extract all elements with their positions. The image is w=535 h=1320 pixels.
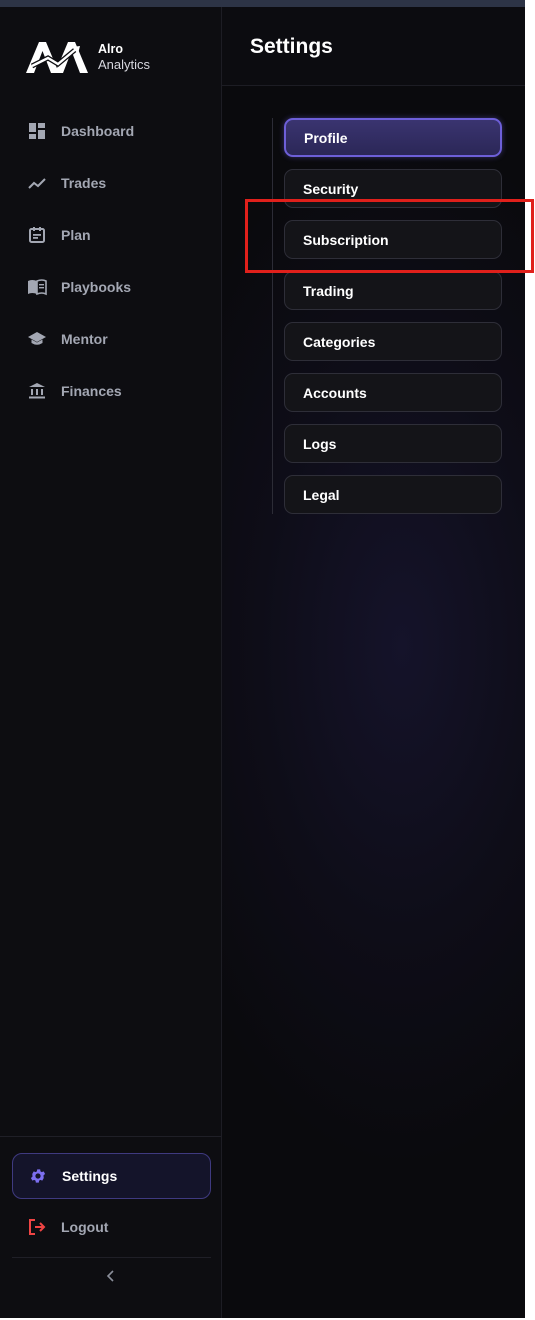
gear-icon (28, 1166, 48, 1186)
trend-line-icon (27, 173, 47, 193)
dashboard-icon (27, 121, 47, 141)
sidebar-item-label: Mentor (61, 331, 108, 347)
logout-icon (27, 1217, 47, 1237)
settings-label: Settings (62, 1168, 118, 1184)
top-strip (0, 0, 525, 7)
graduation-cap-icon (27, 329, 47, 349)
divider (0, 1136, 221, 1137)
tab-categories[interactable]: Categories (284, 322, 502, 361)
sidebar-item-settings[interactable]: Settings (12, 1153, 211, 1199)
tab-trading[interactable]: Trading (284, 271, 502, 310)
calendar-icon (27, 225, 47, 245)
sidebar-item-finances[interactable]: Finances (0, 365, 222, 417)
sidebar-item-label: Finances (61, 383, 122, 399)
sidebar-item-mentor[interactable]: Mentor (0, 313, 222, 365)
page-header: Settings (222, 7, 525, 86)
sidebar-item-dashboard[interactable]: Dashboard (0, 105, 222, 157)
divider (12, 1257, 211, 1258)
sidebar-item-playbooks[interactable]: Playbooks (0, 261, 222, 313)
sidebar-item-trades[interactable]: Trades (0, 157, 222, 209)
sidebar-item-plan[interactable]: Plan (0, 209, 222, 261)
app-window: Alro Analytics Dashboard Trades Plan Pla… (0, 0, 525, 1320)
sidebar-item-label: Trades (61, 175, 107, 191)
settings-content: Profile Security Subscription Trading Ca… (222, 86, 525, 1318)
chevron-left-icon (106, 1270, 114, 1282)
sidebar-nav: Dashboard Trades Plan Playbooks Mentor F… (0, 105, 222, 417)
brand-name: Alro (98, 42, 123, 56)
logout-button[interactable]: Logout (0, 1204, 222, 1250)
tab-logs[interactable]: Logs (284, 424, 502, 463)
tab-subscription[interactable]: Subscription (284, 220, 502, 259)
sidebar: Alro Analytics Dashboard Trades Plan Pla… (0, 7, 222, 1318)
collapse-sidebar-button[interactable] (100, 1265, 122, 1287)
sidebar-item-label: Dashboard (61, 123, 135, 139)
tab-accounts[interactable]: Accounts (284, 373, 502, 412)
brand-subtitle: Analytics (98, 57, 151, 72)
page-title: Settings (250, 35, 333, 58)
bank-icon (27, 381, 47, 401)
tabs-divider-line (272, 118, 273, 514)
book-icon (27, 277, 47, 297)
brand-logo[interactable]: Alro Analytics (24, 37, 150, 77)
tab-legal[interactable]: Legal (284, 475, 502, 514)
settings-tabs: Profile Security Subscription Trading Ca… (284, 118, 502, 526)
sidebar-item-label: Plan (61, 227, 91, 243)
sidebar-item-label: Playbooks (61, 279, 132, 295)
tab-security[interactable]: Security (284, 169, 502, 208)
tab-profile[interactable]: Profile (284, 118, 502, 157)
logout-label: Logout (61, 1219, 109, 1235)
brand-mark-icon (26, 42, 88, 73)
